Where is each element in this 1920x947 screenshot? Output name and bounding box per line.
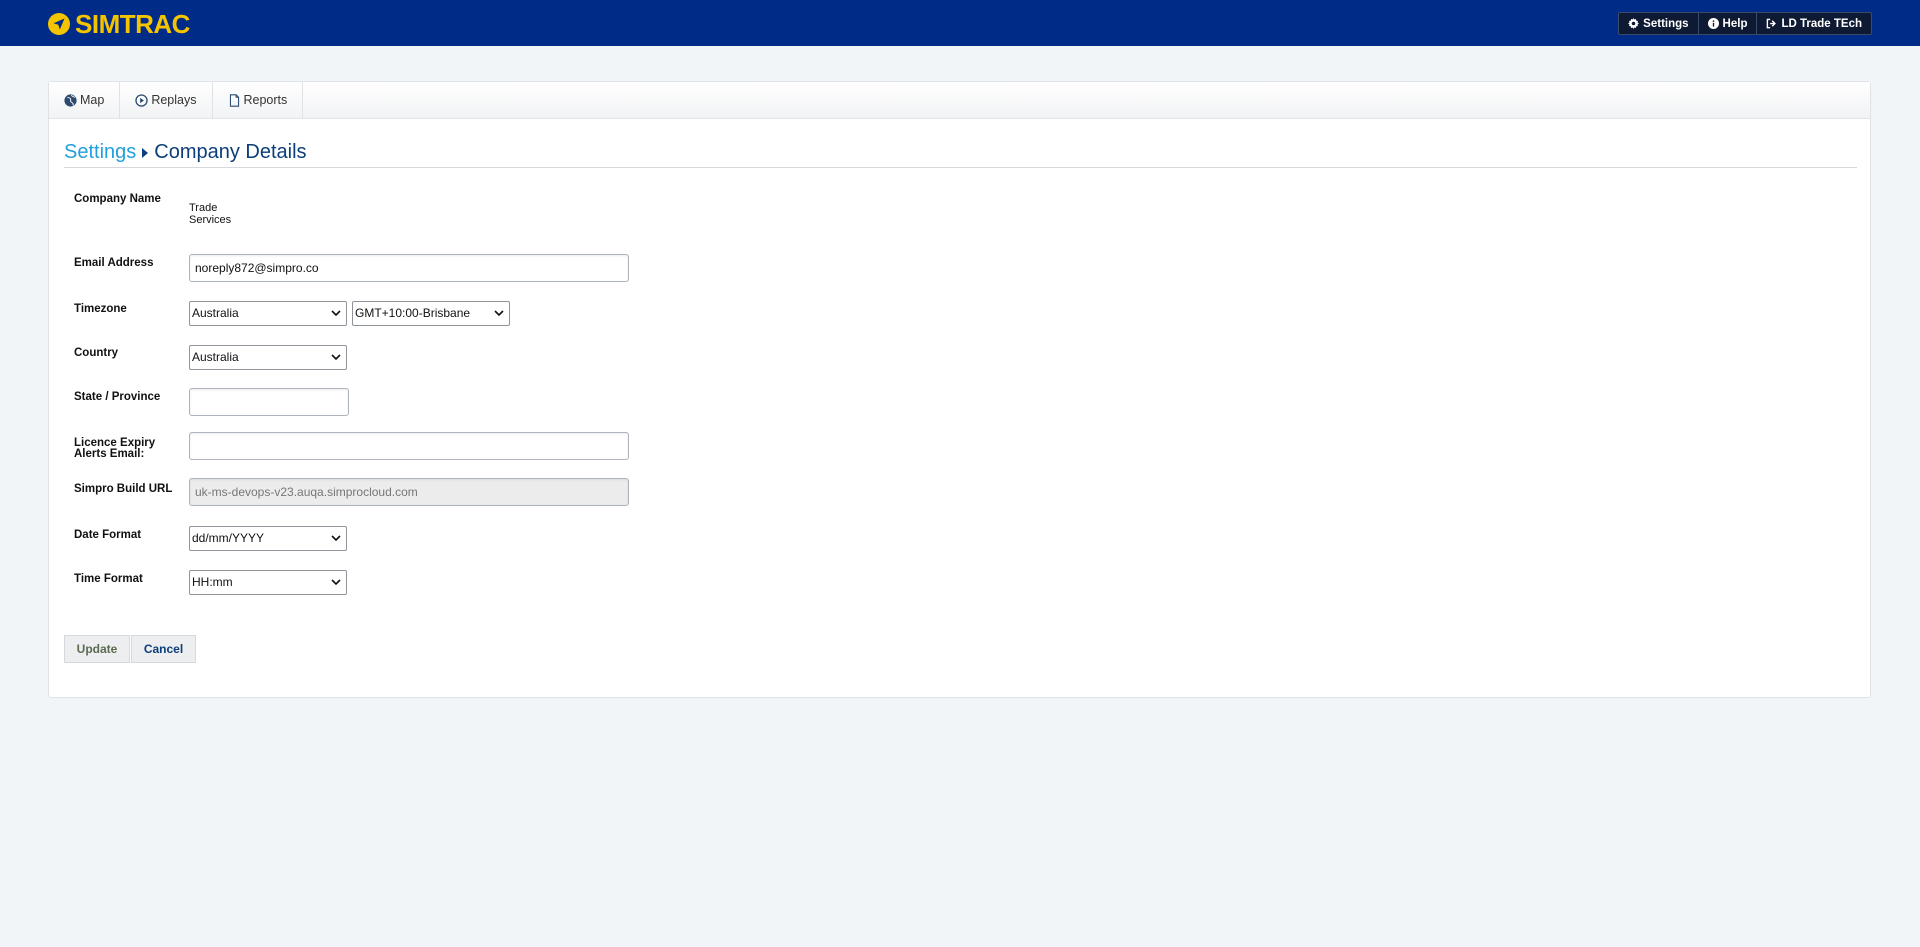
build-url-label: Simpro Build URL: [74, 483, 173, 495]
timezone-zone-value: GMT+10:00-Brisbane: [355, 306, 471, 320]
update-button[interactable]: Update: [64, 635, 130, 663]
settings-button[interactable]: Settings: [1619, 13, 1699, 34]
time-format-label: Time Format: [74, 573, 143, 585]
navigation-arrow-icon: [48, 12, 70, 35]
date-format-label: Date Format: [74, 529, 142, 541]
chevron-down-icon: [331, 354, 341, 361]
main-panel: Map Replays Reports Settings Company Det…: [48, 81, 1871, 698]
company-name-value: Trade Services: [189, 202, 232, 226]
country-value: Australia: [192, 350, 239, 364]
country-select[interactable]: Australia: [189, 345, 347, 370]
caret-right-icon: [142, 147, 149, 158]
chevron-down-icon: [494, 310, 504, 317]
country-label: Country: [74, 347, 119, 359]
play-circle-icon: [135, 93, 149, 107]
top-bar: SIMTRAC Settings Help LD Trade TEch: [0, 0, 1920, 46]
top-nav: Settings Help LD Trade TEch: [1618, 12, 1872, 35]
file-icon: [229, 93, 239, 107]
tab-map[interactable]: Map: [49, 82, 121, 118]
time-format-value: HH:mm: [192, 575, 233, 589]
breadcrumb: Settings Company Details: [64, 138, 1857, 168]
info-icon: [1707, 18, 1719, 29]
chevron-down-icon: [331, 535, 341, 542]
date-format-value: dd/mm/YYYY: [192, 531, 265, 545]
company-name-label: Company Name: [74, 193, 161, 205]
gear-icon: [1628, 18, 1640, 29]
help-button[interactable]: Help: [1699, 13, 1758, 34]
user-account-button[interactable]: LD Trade TEch: [1757, 13, 1871, 34]
tab-map-label: Map: [80, 93, 105, 107]
date-format-select[interactable]: dd/mm/YYYY: [189, 526, 347, 551]
breadcrumb-settings-link[interactable]: Settings: [64, 141, 136, 164]
help-label: Help: [1722, 17, 1748, 30]
timezone-zone-select[interactable]: GMT+10:00-Brisbane: [352, 301, 510, 326]
tab-bar: Map Replays Reports: [49, 82, 1870, 119]
app-logo[interactable]: SIMTRAC: [47, 8, 190, 39]
tab-reports-label: Reports: [243, 93, 288, 107]
timezone-region-select[interactable]: Australia: [189, 301, 347, 326]
globe-icon: [64, 93, 77, 107]
build-url-field: uk-ms-devops-v23.auqa.simprocloud.com: [189, 478, 629, 506]
state-field[interactable]: [189, 388, 349, 416]
chevron-down-icon: [331, 310, 341, 317]
app-name: SIMTRAC: [75, 8, 190, 39]
page-title: Company Details: [154, 141, 307, 163]
email-field[interactable]: noreply872@simpro.co: [189, 254, 629, 282]
licence-email-field[interactable]: [189, 432, 629, 460]
chevron-down-icon: [331, 579, 341, 586]
time-format-select[interactable]: HH:mm: [189, 570, 347, 595]
licence-email-label: Licence Expiry Alerts Email:: [74, 437, 184, 460]
state-label: State / Province: [74, 391, 161, 403]
timezone-region-value: Australia: [192, 306, 239, 320]
sign-out-icon: [1767, 18, 1777, 29]
email-label: Email Address: [74, 257, 154, 269]
user-name: LD Trade TEch: [1781, 17, 1862, 30]
tab-replays[interactable]: Replays: [120, 82, 213, 118]
timezone-label: Timezone: [74, 303, 127, 315]
licence-email-label-line2: Alerts Email:: [74, 448, 145, 460]
cancel-button[interactable]: Cancel: [131, 635, 196, 663]
settings-label: Settings: [1643, 17, 1689, 30]
tab-replays-label: Replays: [151, 93, 197, 107]
tab-reports[interactable]: Reports: [213, 82, 304, 118]
